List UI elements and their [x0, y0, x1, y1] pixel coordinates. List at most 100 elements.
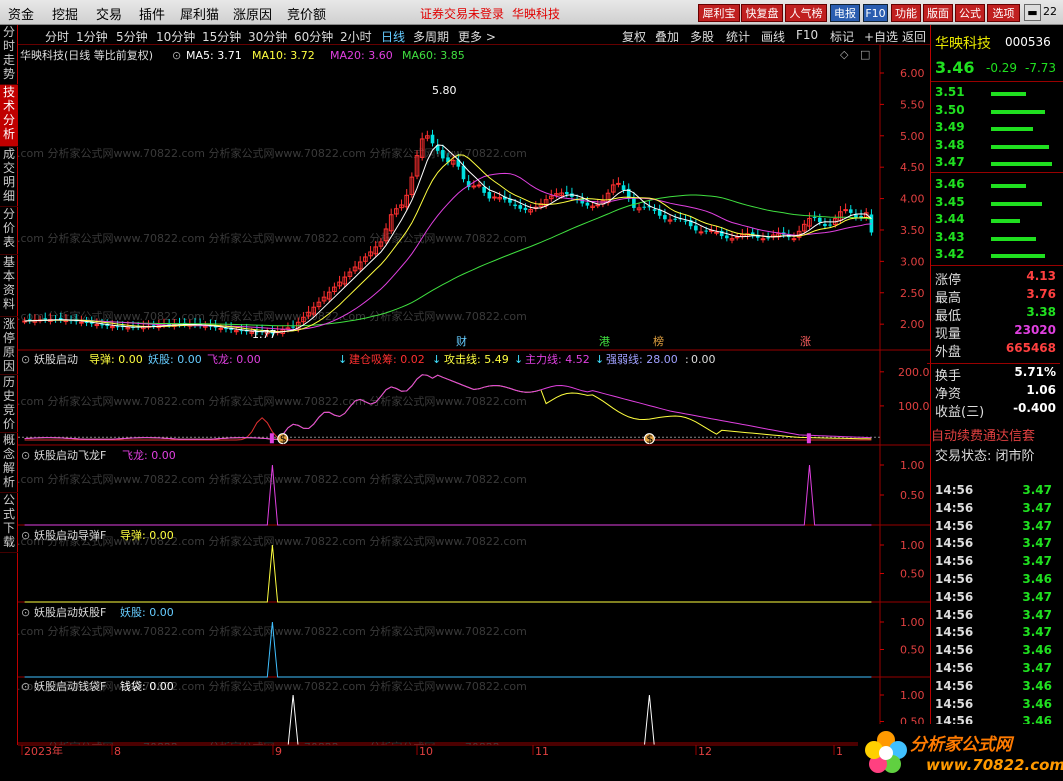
logo-url[interactable]: www.70822.com	[926, 756, 1063, 774]
divider	[931, 81, 1063, 82]
collapse-icon[interactable]: ⊙	[172, 49, 181, 62]
nav-tab-limit-reason[interactable]: 涨停原因	[0, 317, 18, 375]
formula-button[interactable]: 公式	[955, 4, 985, 22]
nav-tab-concept[interactable]: 概念解析	[0, 433, 18, 493]
period-more[interactable]: 更多 >	[458, 28, 496, 45]
nav-tab-formula-download[interactable]: 公式下载	[0, 493, 18, 553]
signal-bar	[269, 433, 274, 444]
menu-item-limit-reason[interactable]: 涨原因	[233, 4, 272, 23]
bid-row: 3.42	[935, 247, 1060, 264]
period-multi[interactable]: 多周期	[413, 28, 449, 45]
low-price-label: 1.77	[252, 328, 277, 341]
menu-item-xilimao[interactable]: 犀利猫	[180, 4, 219, 23]
toolbar-restore-rights[interactable]: 复权	[622, 28, 646, 45]
x-tick-label: 2023年	[24, 744, 63, 755]
toolbar-multi-stock[interactable]: 多股	[690, 28, 714, 45]
panel1-name: 妖股启动	[34, 352, 78, 366]
period-1min[interactable]: 1分钟	[76, 28, 108, 45]
ask-price: 3.49	[935, 120, 965, 134]
tick-row: 14:56 3.46	[935, 679, 1060, 697]
bid-volume-bar	[991, 254, 1046, 258]
ask-volume-bar	[991, 144, 1049, 149]
y-tick-label: 5.50	[900, 98, 925, 111]
bid-volume-bar	[991, 201, 1043, 206]
candle-body	[632, 198, 636, 208]
period-intraday[interactable]: 分时	[45, 28, 69, 45]
bid-row: 3.44	[935, 212, 1060, 229]
candle-body	[766, 237, 770, 239]
marker-limit-up[interactable]: 涨	[800, 335, 811, 348]
stat-value: 3.76	[1026, 287, 1056, 301]
tick-price: 3.46	[1022, 696, 1052, 711]
tick-price: 3.47	[1022, 554, 1052, 569]
diamond-icon[interactable]: ◇	[840, 48, 849, 61]
minimize-icon[interactable]: ▬	[1024, 4, 1041, 21]
popularity-button[interactable]: 人气榜	[785, 4, 827, 22]
ma20-label: MA20: 3.60	[330, 49, 393, 62]
panel1-zhuli: 主力线: 4.52	[525, 352, 590, 366]
collapse-icon[interactable]: ⊙	[21, 606, 30, 619]
stat-label: 换手	[935, 369, 962, 384]
nav-tab-auction-history[interactable]: 历史竞价	[0, 375, 18, 433]
period-daily[interactable]: 日线	[381, 28, 405, 45]
nav-tab-technical[interactable]: 技术分析	[0, 85, 18, 147]
tick-price: 3.46	[1022, 678, 1052, 693]
left-nav: 分时走势 技术分析 成交明细 分价表 基本资料 涨停原因 历史竞价 概念解析 公…	[0, 25, 18, 745]
marker-rank[interactable]: 榜	[653, 334, 664, 348]
collapse-icon[interactable]: ⊙	[21, 529, 30, 542]
panel5-label: 钱袋: 0.00	[120, 679, 174, 693]
quick-review-button[interactable]: 快复盘	[741, 4, 783, 22]
ask-row: 3.49	[935, 120, 1060, 137]
collapse-icon[interactable]: ⊙	[21, 680, 30, 693]
sidebar-toggle-icon[interactable]: □	[860, 48, 870, 61]
auto-renew-ad[interactable]: 自动续费通达信套	[931, 425, 1063, 443]
toolbar-statistics[interactable]: 统计	[726, 28, 750, 45]
toolbar-add-watchlist[interactable]: +自选	[864, 28, 898, 45]
collapse-icon[interactable]: ⊙	[21, 353, 30, 366]
period-15min[interactable]: 15分钟	[202, 28, 241, 45]
period-60min[interactable]: 60分钟	[294, 28, 333, 45]
period-2hour[interactable]: 2小时	[340, 28, 372, 45]
menu-item-funds[interactable]: 资金	[8, 4, 34, 23]
bid-row: 3.45	[935, 195, 1060, 212]
toolbar-f10[interactable]: F10	[796, 28, 818, 42]
nav-tab-price-table[interactable]: 分价表	[0, 207, 18, 255]
tick-time: 14:56	[935, 678, 974, 693]
f10-button[interactable]: F10	[863, 4, 888, 22]
stat-value: 665468	[1005, 341, 1056, 355]
menu-item-mining[interactable]: 挖掘	[52, 4, 78, 23]
stock-name: 华映科技	[935, 36, 991, 52]
xilibao-button[interactable]: 犀利宝	[698, 4, 740, 22]
menu-item-auction[interactable]: 竞价额	[287, 4, 326, 23]
telegraph-button[interactable]: 电报	[830, 4, 860, 22]
collapse-icon[interactable]: ⊙	[21, 449, 30, 462]
menu-item-plugins[interactable]: 插件	[139, 4, 165, 23]
candle-body	[848, 209, 853, 213]
menu-item-trade[interactable]: 交易	[96, 4, 122, 23]
layout-button[interactable]: 版面	[923, 4, 953, 22]
function-button[interactable]: 功能	[891, 4, 921, 22]
period-30min[interactable]: 30分钟	[248, 28, 287, 45]
period-5min[interactable]: 5分钟	[116, 28, 148, 45]
tick-price: 3.47	[1022, 500, 1052, 515]
toolbar-draw-line[interactable]: 画线	[761, 28, 785, 45]
nav-tab-basic-info[interactable]: 基本资料	[0, 255, 18, 317]
period-10min[interactable]: 10分钟	[156, 28, 195, 45]
nav-tab-trade-detail[interactable]: 成交明细	[0, 147, 18, 207]
tick-price: 3.47	[1022, 661, 1052, 675]
toolbar-mark[interactable]: 标记	[830, 28, 854, 45]
stock-link[interactable]: 华映科技	[512, 5, 560, 22]
candle-body	[621, 185, 626, 191]
stat-label: 现量	[935, 327, 962, 342]
panel1-zero: 0.00	[691, 353, 716, 366]
options-button[interactable]: 选项	[987, 4, 1020, 22]
toolbar-overlay[interactable]: 叠加	[655, 28, 679, 45]
nav-tab-intraday[interactable]: 分时走势	[0, 25, 18, 85]
marker-finance[interactable]: 财	[456, 334, 467, 348]
toolbar-back[interactable]: 返回	[902, 28, 926, 45]
ask-volume-bar	[991, 92, 1027, 96]
candle-body	[663, 215, 667, 220]
marker-hk[interactable]: 港	[599, 335, 610, 348]
y-tick-label: 3.50	[900, 224, 925, 237]
candle-body	[642, 206, 647, 208]
